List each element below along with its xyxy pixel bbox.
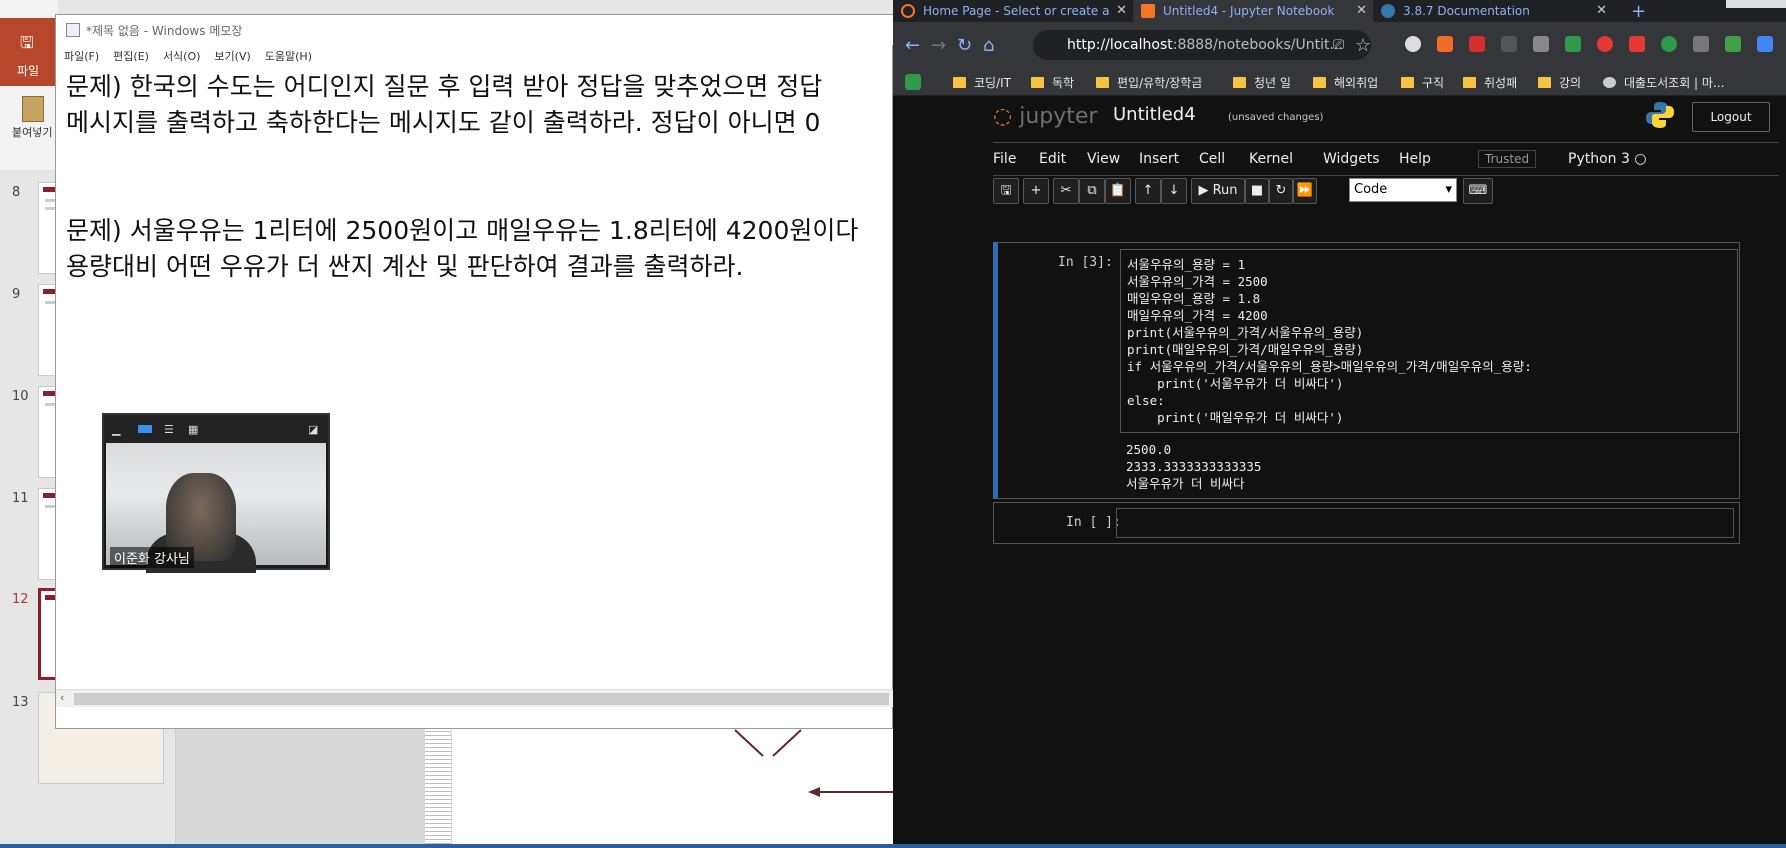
jupyter-logo[interactable]: ◌ jupyter [993, 104, 1097, 129]
video-toolbar: ▁ ☰ ▦ ◪ [104, 415, 328, 443]
save-icon[interactable]: 🖫 [20, 32, 34, 59]
play-icon: ▶ [1198, 183, 1209, 198]
horizontal-scrollbar[interactable]: ‹ [56, 689, 894, 707]
jupyter-logo-icon: ◌ [993, 104, 1013, 129]
menu-edit[interactable]: 편집(E) [113, 48, 149, 64]
run-button[interactable]: ▶ Run [1191, 178, 1245, 204]
menu-file[interactable]: 파일(F) [64, 48, 99, 64]
menu-widgets[interactable]: Widgets [1323, 151, 1380, 167]
slide-number: 13 [12, 695, 29, 710]
menu-cell[interactable]: Cell [1199, 151, 1225, 167]
output-line: 서울우유가 더 비싸다 [1126, 476, 1245, 491]
code-line: if 서울우유의_가격/서울우유의_용량>매일우유의_가격/매일우유의_용량: [1127, 359, 1532, 374]
notepad-menubar: 파일(F) 편집(E) 서식(O) 보기(V) 도움말(H) [56, 45, 894, 67]
save-status: (unsaved changes) [1228, 112, 1324, 123]
move-down-icon[interactable]: ↓ [1161, 178, 1187, 204]
code-line: 서울우유의_용량 = 1 [1127, 257, 1246, 272]
notebook-toolbar: 🖫 + ✂ ⧉ 📋 ↑ ↓ ▶ Run ■ ↻ ⏩ Code ▾ ⌨ [993, 178, 1779, 208]
slide-number: 9 [12, 287, 21, 302]
paste-label: 붙여넣기 [12, 126, 53, 139]
chrome-window: Home Page - Select or create a ✕ Untitle… [893, 0, 1786, 844]
notebook-menubar: File Edit View Insert Cell Kernel Widget… [993, 142, 1779, 176]
gallery-view-icon[interactable]: ▦ [188, 423, 198, 436]
notebook-container: In [3]: 서울우유의_용량 = 1 서울우유의_가격 = 2500 매일우유의… [993, 242, 1740, 544]
menu-view[interactable]: View [1087, 151, 1120, 167]
menu-format[interactable]: 서식(O) [163, 48, 200, 64]
menu-file[interactable]: File [993, 151, 1016, 167]
notepad-titlebar[interactable]: *제목 없음 - Windows 메모장 [56, 15, 894, 45]
output-line: 2333.3333333333335 [1126, 459, 1262, 474]
menu-view[interactable]: 보기(V) [214, 48, 250, 64]
slide-number: 11 [12, 491, 29, 506]
slide-number: 8 [12, 185, 21, 200]
menu-edit[interactable]: Edit [1039, 151, 1066, 167]
slide-number: 12 [12, 592, 29, 607]
save-icon[interactable]: 🖫 [993, 178, 1019, 204]
cell-type-select[interactable]: Code ▾ [1349, 178, 1457, 202]
trusted-badge[interactable]: Trusted [1478, 150, 1537, 168]
jupyter-page: ◌ jupyter Untitled4 (unsaved changes) Lo… [893, 0, 1786, 844]
menu-help[interactable]: Help [1399, 151, 1431, 167]
menu-insert[interactable]: Insert [1139, 151, 1179, 167]
code-cell[interactable]: In [3]: 서울우유의_용량 = 1 서울우유의_가격 = 2500 매일우유의… [993, 242, 1740, 499]
input-prompt: In [ ]: [1066, 515, 1121, 530]
menu-help[interactable]: 도움말(H) [265, 48, 312, 64]
code-editor[interactable] [1116, 508, 1734, 538]
paste-button[interactable]: 붙여넣기 [4, 92, 58, 152]
code-editor[interactable]: 서울우유의_용량 = 1 서울우유의_가격 = 2500 매일우유의_용량 = 1.… [1120, 249, 1738, 433]
output-line: 2500.0 [1126, 442, 1172, 457]
notepad-title: *제목 없음 - Windows 메모장 [86, 24, 243, 38]
code-line: print(서울우유의_가격/서울우유의_용량) [1127, 325, 1364, 340]
code-line: print('매일우유가 더 비싸다') [1127, 410, 1344, 425]
clipboard-icon [22, 96, 44, 122]
code-line: 매일우유의_가격 = 4200 [1127, 308, 1268, 323]
restart-icon[interactable]: ↻ [1269, 178, 1293, 204]
expand-icon[interactable]: ◪ [308, 423, 318, 436]
chevron-down-icon: ▾ [1445, 182, 1452, 197]
notebook-name[interactable]: Untitled4 [1113, 104, 1196, 125]
file-tab-label: 파일 [17, 64, 40, 78]
scrollbar-thumb[interactable] [74, 693, 889, 705]
code-line: print('서울우유가 더 비싸다') [1127, 376, 1344, 391]
notepad-window: *제목 없음 - Windows 메모장 파일(F) 편집(E) 서식(O) 보… [55, 14, 894, 729]
file-tab[interactable]: 🖫 파일 [0, 18, 58, 86]
notepad-icon [66, 23, 80, 37]
logout-button[interactable]: Logout [1692, 102, 1770, 132]
move-up-icon[interactable]: ↑ [1135, 178, 1161, 204]
participant-name: 이준화 강사님 [110, 547, 194, 568]
empty-code-cell[interactable]: In [ ]: [993, 502, 1740, 544]
kernel-idle-icon: ○ [1634, 151, 1647, 167]
strip-view-icon[interactable]: ☰ [164, 423, 174, 436]
code-line: 매일우유의_용량 = 1.8 [1127, 291, 1261, 306]
code-line: print(매일우유의_가격/매일우유의_용량) [1127, 342, 1364, 357]
copy-icon[interactable]: ⧉ [1079, 178, 1105, 204]
speaker-view-icon[interactable] [138, 425, 152, 433]
interrupt-icon[interactable]: ■ [1245, 178, 1269, 204]
code-line: else: [1127, 393, 1165, 408]
scroll-left-icon[interactable]: ‹ [60, 691, 64, 704]
notepad-text-area[interactable]: 문제) 한국의 수도는 어디인지 질문 후 입력 받아 정답을 맞추었으면 정답… [66, 69, 886, 689]
restart-run-all-icon[interactable]: ⏩ [1293, 178, 1317, 204]
menu-kernel[interactable]: Kernel [1249, 151, 1293, 167]
minimize-icon[interactable]: ▁ [112, 423, 120, 436]
insert-cell-icon[interactable]: + [1023, 178, 1049, 204]
paste-icon[interactable]: 📋 [1105, 178, 1131, 204]
python-logo-icon [1646, 102, 1674, 128]
video-window[interactable]: ▁ ☰ ▦ ◪ 이준화 강사님 [102, 413, 330, 573]
video-feed: 이준화 강사님 [106, 443, 326, 573]
code-line: 서울우유의_가격 = 2500 [1127, 274, 1268, 289]
cut-icon[interactable]: ✂ [1053, 178, 1079, 204]
command-palette-icon[interactable]: ⌨ [1463, 178, 1493, 204]
cell-output: 2500.0 2333.3333333333335 서울우유가 더 비싸다 [1126, 441, 1261, 492]
kernel-indicator: Python 3 ○ [1568, 151, 1647, 167]
input-prompt: In [3]: [1058, 255, 1113, 270]
slide-number: 10 [12, 389, 29, 404]
